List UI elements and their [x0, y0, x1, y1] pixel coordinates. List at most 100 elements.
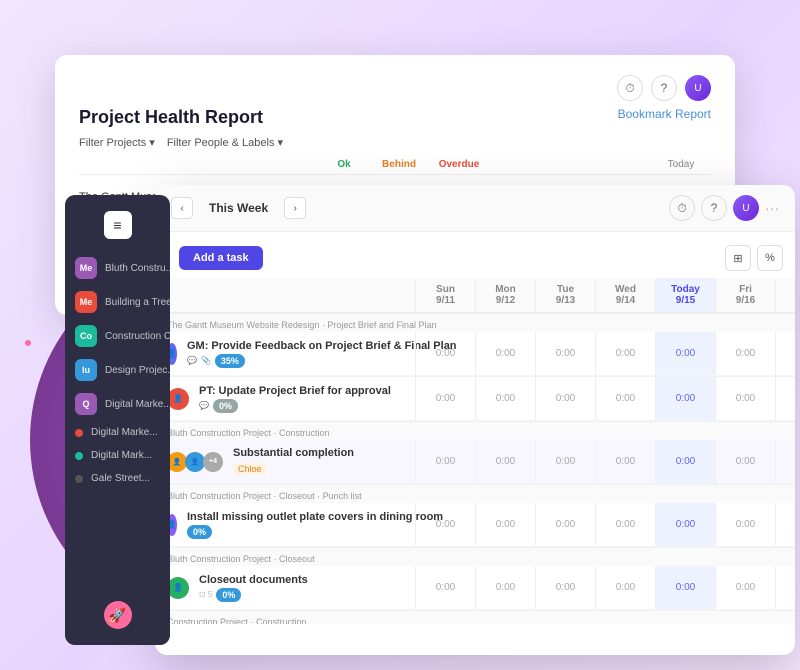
ts-view-buttons: ⊞ % [725, 245, 783, 271]
decoration-dot-4 [25, 340, 31, 346]
task-cell-3-6: 0:00 [775, 440, 795, 483]
ts-prev-btn[interactable]: ‹ [171, 197, 193, 219]
task-icons-2: 💬 0% [199, 399, 391, 413]
col-behind-header: Behind [369, 159, 429, 170]
sidebar-item-building[interactable]: Me Building a Tree... [65, 285, 170, 319]
table-row[interactable]: 👤 Install missing outlet plate covers in… [155, 503, 795, 547]
task-section-4: Bluth Construction Project · Closeout · … [155, 485, 795, 548]
task-cell-4-3: 0:00 [595, 503, 655, 546]
task-cell-3-today[interactable]: 0:00 [655, 440, 715, 483]
task-cell-2-1: 0:00 [475, 377, 535, 420]
report-panel-top-icons: ⏱ ? U [79, 75, 711, 101]
task-cell-5-today[interactable]: 0:00 [655, 566, 715, 609]
task-section-6: Construction Project · Construction 👤 👤 … [155, 611, 795, 624]
task-info-1: 👤 GM: Provide Feedback on Project Brief … [155, 334, 415, 374]
task-section-5: Bluth Construction Project · Closeout 👤 … [155, 548, 795, 611]
task-section-1: The Gantt Museum Website Redesign · Proj… [155, 314, 795, 377]
sidebar-logo: ≡ [65, 203, 170, 251]
ts-grid-view-btn[interactable]: ⊞ [725, 245, 751, 271]
sidebar-item-digital1[interactable]: Q Digital Marke... [65, 387, 170, 421]
task-assignee-5: 👤 [167, 577, 189, 599]
report-title: Project Health Report [79, 107, 263, 128]
table-row[interactable]: 👤 Closeout documents ⊡ 5 0% 0:00 0:00 0:… [155, 566, 795, 610]
sidebar-badge-gale [75, 475, 83, 483]
task-info-2: 👤 PT: Update Project Brief for approval … [155, 379, 415, 419]
ts-task-col-header [155, 278, 415, 312]
report-header: Project Health Report Bookmark Report [79, 107, 711, 128]
sidebar-label-construction: Construction C... [105, 331, 170, 342]
task-assignee-3b: 👤 [185, 452, 205, 472]
task-assignee-2: 👤 [167, 388, 189, 410]
sidebar-item-bluth[interactable]: Me Bluth Constru... [65, 251, 170, 285]
sidebar-item-design[interactable]: lu Design Projec... [65, 353, 170, 387]
sidebar-item-gale[interactable]: Gale Street... [65, 467, 170, 490]
add-task-button[interactable]: Add a task [179, 246, 263, 270]
bookmark-report-link[interactable]: Bookmark Report [618, 107, 711, 121]
ts-tue-header: Tue 9/13 [535, 278, 595, 312]
sidebar-badge-building: Me [75, 291, 97, 313]
sidebar-item-digital2[interactable]: Digital Marke... [65, 421, 170, 444]
table-row[interactable]: 👤 PT: Update Project Brief for approval … [155, 377, 795, 421]
task-cell-1-1: 0:00 [475, 332, 535, 375]
filter-people-btn[interactable]: Filter People & Labels ▾ [167, 136, 283, 149]
task-cell-4-5: 0:00 [715, 503, 775, 546]
report-table-header: Ok Behind Overdue Today [79, 159, 711, 175]
ts-next-btn[interactable]: › [284, 197, 306, 219]
sidebar-label-gale: Gale Street... [91, 473, 150, 484]
filter-projects-btn[interactable]: Filter Projects ▾ [79, 136, 155, 149]
ts-fri-header: Fri 9/16 [715, 278, 775, 312]
sidebar-label-bluth: Bluth Constru... [105, 263, 170, 274]
task-group-label-4: Bluth Construction Project · Closeout · … [155, 485, 795, 503]
ts-header-right: ⏱ ? U ··· [669, 195, 779, 221]
sidebar-item-construction[interactable]: Co Construction C... [65, 319, 170, 353]
task-meta-icon-5: ⊡ 5 [199, 590, 212, 599]
report-user-avatar[interactable]: U [685, 75, 711, 101]
ts-subheader: Add a task ⊞ % [155, 232, 795, 278]
table-row[interactable]: 👤 👤 +4 Substantial completion Chloe 0:00… [155, 440, 795, 484]
task-cell-2-today[interactable]: 0:00 [655, 377, 715, 420]
task-name-5: Closeout documents [199, 574, 308, 586]
ts-sat-header: Sat 9/17 [775, 278, 795, 312]
sidebar-badge-design: lu [75, 359, 97, 381]
ts-percent-view-btn[interactable]: % [757, 245, 783, 271]
sidebar-label-digital1: Digital Marke... [105, 399, 170, 410]
ts-more-icon[interactable]: ··· [765, 200, 779, 216]
task-cell-4-today[interactable]: 0:00 [655, 503, 715, 546]
task-progress-4: 0% [187, 525, 212, 539]
timesheet-header: ‹ This Week › ⏱ ? U ··· [155, 185, 795, 232]
task-cell-3-1: 0:00 [475, 440, 535, 483]
col-overdue-header: Overdue [429, 159, 489, 170]
ts-column-headers: Sun 9/11 Mon 9/12 Tue 9/13 Wed 9/14 Toda… [155, 278, 795, 314]
ts-help-icon[interactable]: ? [701, 195, 727, 221]
report-timer-icon[interactable]: ⏱ [617, 75, 643, 101]
task-cell-3-3: 0:00 [595, 440, 655, 483]
sidebar-rocket-btn[interactable]: 🚀 [104, 601, 132, 629]
ts-user-avatar[interactable]: U [733, 195, 759, 221]
task-group-label-3: Bluth Construction Project · Constructio… [155, 422, 795, 440]
sidebar-badge-construction: Co [75, 325, 97, 347]
task-cell-2-6: 0:00 [775, 377, 795, 420]
task-cell-3-0: 0:00 [415, 440, 475, 483]
report-help-icon[interactable]: ? [651, 75, 677, 101]
task-cell-2-2: 0:00 [535, 377, 595, 420]
ts-timer-icon[interactable]: ⏱ [669, 195, 695, 221]
task-cell-1-0: 0:00 [415, 332, 475, 375]
ts-wed-header: Wed 9/14 [595, 278, 655, 312]
table-row[interactable]: 👤 GM: Provide Feedback on Project Brief … [155, 332, 795, 376]
task-cell-1-today[interactable]: 0:00 [655, 332, 715, 375]
task-comment-icon-1: 💬 [187, 356, 197, 365]
ts-today-header: Today 9/15 [655, 278, 715, 312]
task-section-2: 👤 PT: Update Project Brief for approval … [155, 377, 795, 422]
sidebar-label-digital2: Digital Marke... [91, 427, 158, 438]
ts-week-label: This Week [199, 201, 278, 215]
task-group-label-5: Bluth Construction Project · Closeout [155, 548, 795, 566]
sidebar-bottom: 🚀 [65, 593, 170, 637]
sidebar-item-digital3[interactable]: Digital Mark... [65, 444, 170, 467]
timesheet-panel: ‹ This Week › ⏱ ? U ··· Add a task ⊞ % S… [155, 185, 795, 655]
sidebar-logo-icon[interactable]: ≡ [104, 211, 132, 239]
task-progress-1: 35% [215, 354, 245, 368]
ts-sun-header: Sun 9/11 [415, 278, 475, 312]
sidebar-label-design: Design Projec... [105, 365, 170, 376]
task-cell-1-2: 0:00 [535, 332, 595, 375]
task-cell-5-6: 0:00 [775, 566, 795, 609]
